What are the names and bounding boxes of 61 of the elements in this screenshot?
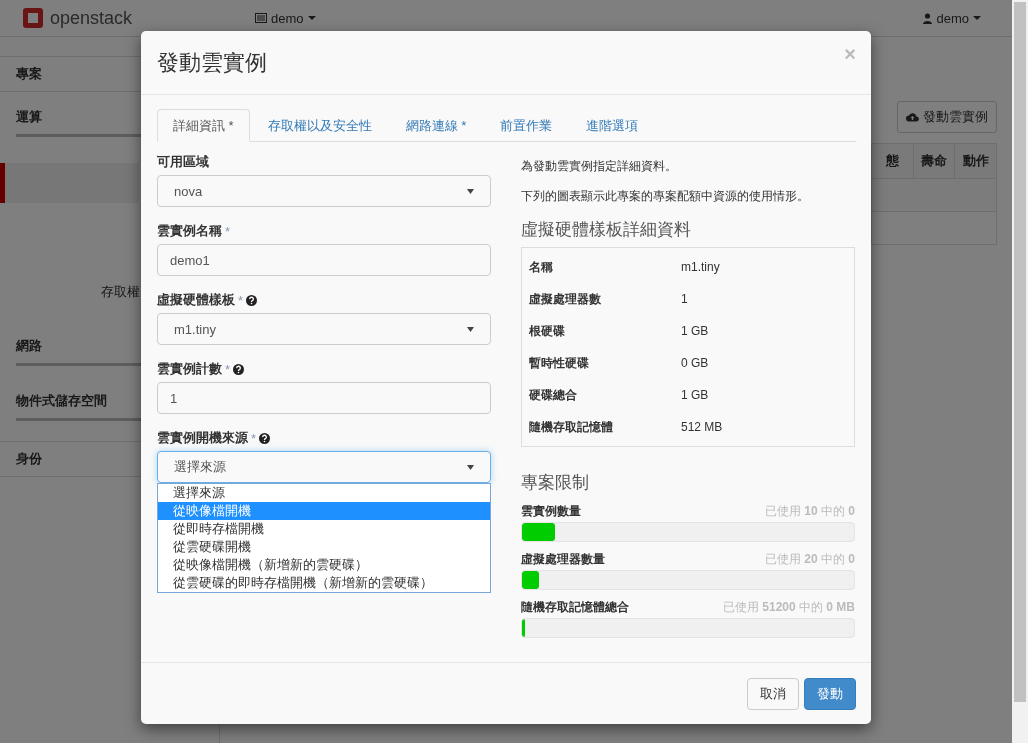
launch-instance-button[interactable]: 發動雲實例: [897, 101, 997, 133]
flavor-key: 根硬碟: [529, 322, 681, 340]
flavor-value: m1.tiny: [681, 260, 720, 274]
quota-label: 虛擬處理器數量: [521, 551, 605, 568]
quota-usage: 已使用 10 中的 0: [764, 503, 855, 520]
dropdown-option[interactable]: 從即時存檔開機: [158, 520, 490, 538]
tab[interactable]: 前置作業: [484, 109, 569, 142]
flavor-key: 名稱: [529, 258, 681, 276]
flavor-value: 512 MB: [681, 420, 723, 434]
caret-icon: [467, 188, 474, 194]
field-label: 虛擬硬體樣板: [157, 291, 235, 309]
limits-heading: 專案限制: [521, 472, 590, 494]
dropdown-option[interactable]: 從映像檔開機: [158, 502, 490, 520]
required-mark: *: [225, 223, 231, 239]
quota-label: 隨機存取記憶體總合: [521, 599, 629, 616]
flavor-value: 1: [681, 292, 688, 306]
logo-text: openstack: [50, 7, 133, 29]
select-field[interactable]: m1.tiny: [157, 313, 491, 345]
flavor-value: 0 GB: [681, 356, 709, 370]
required-mark: *: [225, 361, 231, 377]
quota-label: 雲實例數量: [521, 503, 581, 520]
dropdown-option[interactable]: 選擇來源: [158, 484, 490, 502]
tab[interactable]: 詳細資訊 *: [157, 109, 250, 142]
select-field[interactable]: nova: [157, 175, 491, 207]
quota-usage: 已使用 20 中的 0: [764, 551, 855, 568]
window-icon: [255, 13, 267, 23]
caret-icon: [467, 464, 474, 470]
tab[interactable]: 進階選項: [570, 109, 655, 142]
logo-icon: [22, 7, 44, 29]
flavor-key: 隨機存取記憶體: [529, 418, 681, 436]
required-mark: *: [251, 430, 257, 446]
flavor-key: 虛擬處理器數: [529, 290, 681, 308]
dropdown-option[interactable]: 從雲硬碟開機: [158, 538, 490, 556]
cancel-button[interactable]: 取消: [747, 677, 799, 710]
sidebar-active-item[interactable]: [0, 163, 139, 203]
quota-usage: 已使用 51200 中的 0 MB: [722, 599, 855, 616]
launch-button[interactable]: 發動: [804, 677, 856, 710]
cloud-upload-icon: [906, 112, 919, 122]
project-menu[interactable]: demo: [255, 10, 316, 26]
flavor-value: 1 GB: [681, 324, 709, 338]
input-field[interactable]: demo1: [157, 244, 491, 276]
user-menu[interactable]: demo: [923, 10, 981, 26]
flavor-value: 1 GB: [681, 388, 709, 402]
column-header: 動作: [961, 152, 990, 170]
field-label: 可用區域: [157, 153, 209, 171]
flavor-key: 暫時性硬碟: [529, 354, 681, 372]
dropdown-option[interactable]: 從映像檔開機（新增新的雲硬碟）: [158, 556, 490, 574]
scrollbar[interactable]: [1012, 0, 1028, 743]
info-text: 下列的圖表顯示此專案的專案配額中資源的使用情形。: [521, 188, 810, 205]
user-icon: [923, 12, 933, 24]
tab[interactable]: 存取權以及安全性: [251, 109, 388, 142]
field-label: 雲實例名稱: [157, 222, 222, 240]
caret-icon: [467, 326, 474, 332]
tab[interactable]: 網路連線 *: [389, 109, 483, 142]
flavor-heading: 虛擬硬體樣板詳細資料: [521, 219, 692, 241]
dropdown-option[interactable]: 從雲硬碟的即時存檔開機（新增新的雲硬碟）: [158, 574, 490, 592]
info-text: 為發動雲實例指定詳細資料。: [521, 158, 678, 175]
input-field[interactable]: 1: [157, 382, 491, 414]
select-field[interactable]: 選擇來源: [157, 451, 491, 483]
flavor-key: 硬碟總合: [529, 386, 681, 404]
required-mark: *: [238, 292, 244, 308]
